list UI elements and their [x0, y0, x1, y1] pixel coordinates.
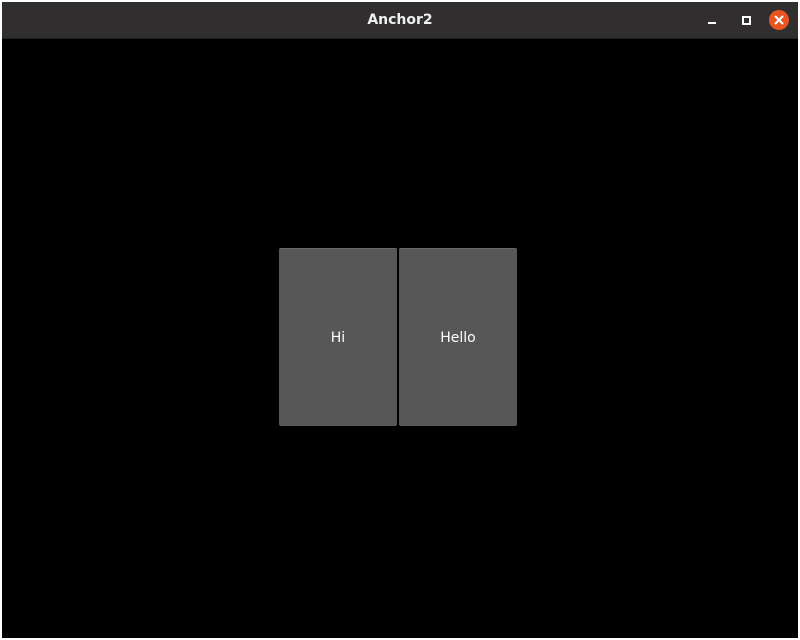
- close-icon: [774, 15, 784, 25]
- hi-button-label: Hi: [330, 329, 346, 346]
- window-title: Anchor2: [367, 12, 433, 28]
- close-button[interactable]: [769, 10, 789, 30]
- maximize-button[interactable]: [736, 10, 756, 30]
- maximize-icon: [742, 16, 751, 25]
- content-area: Hi Hello: [2, 39, 798, 638]
- hello-button-label: Hello: [440, 329, 476, 346]
- minimize-icon: [708, 22, 716, 24]
- app-window: Anchor2 Hi Hello: [2, 2, 798, 638]
- title-bar[interactable]: Anchor2: [2, 2, 798, 39]
- minimize-button[interactable]: [702, 10, 722, 30]
- hello-button[interactable]: Hello: [399, 248, 517, 426]
- hi-button[interactable]: Hi: [279, 248, 397, 426]
